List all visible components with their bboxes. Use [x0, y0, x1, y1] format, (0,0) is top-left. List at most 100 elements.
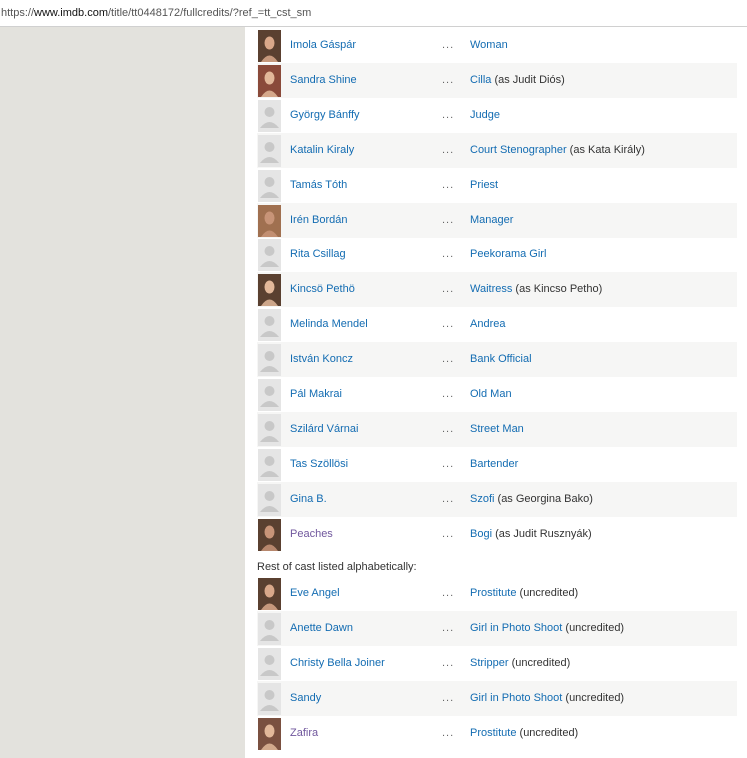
character-link[interactable]: Bogi — [470, 528, 492, 540]
character-cell: Szofi (as Georgina Bako) — [470, 493, 593, 505]
actor-name-link[interactable]: Katalin Kiraly — [290, 144, 354, 156]
character-cell: Prostitute (uncredited) — [470, 727, 578, 739]
headshot-photo[interactable] — [258, 717, 281, 750]
character-cell: Waitress (as Kincso Petho) — [470, 283, 602, 295]
character-link[interactable]: Court Stenographer — [470, 144, 567, 156]
character-link[interactable]: Waitress — [470, 283, 512, 295]
actor-name-link[interactable]: György Bánffy — [290, 109, 360, 121]
actor-name-link[interactable]: Christy Bella Joiner — [290, 657, 385, 669]
actor-name-link[interactable]: Tamás Tóth — [290, 179, 347, 191]
actor-name-link[interactable]: Tas Szöllösi — [290, 458, 348, 470]
character-link[interactable]: Woman — [470, 39, 508, 51]
no-photo-placeholder-icon[interactable] — [258, 448, 281, 481]
actor-name-link[interactable]: Sandy — [290, 692, 321, 704]
character-link[interactable]: Andrea — [470, 318, 505, 330]
cast-row: Christy Bella Joiner... Stripper (uncredi… — [257, 646, 737, 681]
ellipsis: ... — [442, 388, 455, 400]
cast-row: István Koncz... Bank Official — [257, 342, 737, 378]
cast-row: Imola Gáspár... Woman — [257, 28, 737, 63]
actor-name-link[interactable]: Imola Gáspár — [290, 39, 356, 51]
address-bar[interactable]: https://www.imdb.com/title/tt0448172/ful… — [0, 0, 747, 27]
character-cell: Andrea — [470, 318, 505, 330]
actor-name-link[interactable]: Eve Angel — [290, 587, 340, 599]
actor-name-link[interactable]: Melinda Mendel — [290, 318, 368, 330]
no-photo-placeholder-icon[interactable] — [258, 612, 281, 645]
character-link[interactable]: Cilla — [470, 74, 491, 86]
cast-row: Sandra Shine... Cilla (as Judit Diós) — [257, 62, 737, 98]
cast-row: Szilárd Várnai... Street Man — [257, 411, 737, 447]
character-cell: Priest — [470, 179, 498, 191]
no-photo-placeholder-icon[interactable] — [258, 344, 281, 377]
actor-name-link[interactable]: Rita Csillag — [290, 248, 346, 260]
character-link[interactable]: Girl in Photo Shoot — [470, 692, 562, 704]
character-cell: Stripper (uncredited) — [470, 657, 570, 669]
character-cell: Girl in Photo Shoot (uncredited) — [470, 692, 624, 704]
actor-name-link[interactable]: Peaches — [290, 528, 333, 540]
cast-row: Zafira... Prostitute (uncredited) — [257, 716, 737, 751]
character-cell: Bartender — [470, 458, 518, 470]
actor-name-link[interactable]: István Koncz — [290, 353, 353, 365]
character-note: (uncredited) — [516, 726, 579, 739]
character-cell: Judge — [470, 109, 500, 121]
character-cell: Old Man — [470, 388, 512, 400]
character-cell: Peekorama Girl — [470, 248, 546, 260]
actor-name-link[interactable]: Zafira — [290, 727, 318, 739]
url-path: /title/tt0448172/fullcredits/?ref_=tt_cs… — [108, 7, 312, 19]
ellipsis: ... — [442, 248, 455, 261]
character-link[interactable]: Peekorama Girl — [470, 248, 546, 260]
character-link[interactable]: Old Man — [470, 388, 512, 400]
character-cell: Court Stenographer (as Kata Király) — [470, 144, 645, 156]
headshot-photo[interactable] — [258, 518, 281, 551]
actor-name-link[interactable]: Gina B. — [290, 493, 327, 505]
ellipsis: ... — [442, 318, 455, 331]
actor-name-link[interactable]: Szilárd Várnai — [290, 423, 358, 435]
no-photo-placeholder-icon[interactable] — [258, 647, 281, 680]
no-photo-placeholder-icon[interactable] — [258, 99, 281, 132]
character-link[interactable]: Szofi — [470, 493, 494, 505]
character-note: (as Georgina Bako) — [494, 492, 593, 505]
no-photo-placeholder-icon[interactable] — [258, 134, 281, 167]
character-link[interactable]: Priest — [470, 179, 498, 191]
headshot-photo[interactable] — [258, 204, 281, 237]
character-link[interactable]: Prostitute — [470, 587, 516, 599]
character-link[interactable]: Girl in Photo Shoot — [470, 622, 562, 634]
no-photo-placeholder-icon[interactable] — [258, 682, 281, 715]
character-note: (as Kata Király) — [566, 143, 645, 156]
cast-row: Kincsö Pethö... Waitress (as Kincso Petho… — [257, 272, 737, 308]
cast-row: Katalin Kiraly... Court Stenographer (as … — [257, 132, 737, 168]
actor-name-link[interactable]: Pál Makrai — [290, 388, 342, 400]
rest-of-cast-label: Rest of cast listed alphabetically: — [257, 561, 417, 573]
character-link[interactable]: Street Man — [470, 423, 524, 435]
no-photo-placeholder-icon[interactable] — [258, 483, 281, 516]
headshot-photo[interactable] — [258, 578, 281, 610]
character-link[interactable]: Bartender — [470, 458, 518, 470]
headshot-photo[interactable] — [258, 274, 281, 307]
actor-name-link[interactable]: Irén Bordán — [290, 214, 347, 226]
character-link[interactable]: Manager — [470, 214, 513, 226]
no-photo-placeholder-icon[interactable] — [258, 379, 281, 411]
cast-row: Rita Csillag... Peekorama Girl — [257, 237, 737, 272]
headshot-photo[interactable] — [258, 64, 281, 97]
ellipsis: ... — [442, 726, 455, 739]
ellipsis: ... — [442, 213, 455, 226]
no-photo-placeholder-icon[interactable] — [258, 413, 281, 446]
character-cell: Cilla (as Judit Diós) — [470, 74, 565, 86]
no-photo-placeholder-icon[interactable] — [258, 239, 281, 272]
character-note: (as Judit Rusznyák) — [492, 527, 592, 540]
ellipsis: ... — [442, 656, 455, 669]
no-photo-placeholder-icon[interactable] — [258, 309, 281, 342]
actor-name-link[interactable]: Anette Dawn — [290, 622, 353, 634]
no-photo-placeholder-icon[interactable] — [258, 169, 281, 202]
headshot-photo[interactable] — [258, 30, 281, 62]
character-link[interactable]: Prostitute — [470, 727, 516, 739]
cast-row: Tamás Tóth... Priest — [257, 168, 737, 203]
character-link[interactable]: Stripper — [470, 657, 509, 669]
character-note: (as Judit Diós) — [491, 73, 565, 86]
character-note: (uncredited) — [562, 691, 625, 704]
character-note: (as Kincso Petho) — [512, 283, 603, 296]
character-link[interactable]: Bank Official — [470, 353, 532, 365]
character-link[interactable]: Judge — [470, 109, 500, 121]
actor-name-link[interactable]: Kincsö Pethö — [290, 283, 355, 295]
actor-name-link[interactable]: Sandra Shine — [290, 74, 357, 86]
cast-row: Pál Makrai... Old Man — [257, 377, 737, 412]
